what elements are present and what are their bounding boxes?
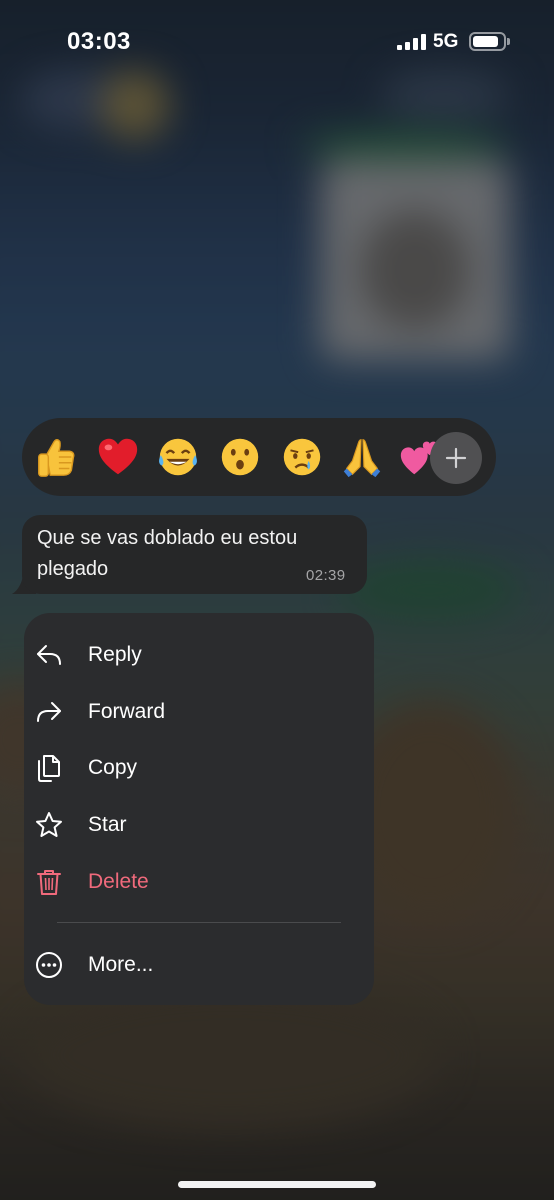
menu-item-label: Delete — [88, 870, 149, 893]
menu-item-star[interactable]: Star — [24, 797, 354, 853]
plus-icon — [445, 447, 467, 469]
menu-item-forward[interactable]: Forward — [24, 684, 354, 740]
status-bar: 03:03 5G — [0, 0, 554, 84]
more-icon — [34, 950, 64, 980]
star-icon — [34, 810, 64, 840]
reply-icon — [34, 640, 64, 670]
menu-item-reply[interactable]: Reply — [24, 627, 354, 683]
menu-item-label: Star — [88, 813, 127, 836]
message-timestamp: 02:39 — [306, 567, 346, 584]
crying-face-icon[interactable] — [276, 432, 328, 482]
surprised-face-icon[interactable] — [214, 432, 266, 482]
menu-item-more[interactable]: More... — [24, 937, 354, 993]
menu-item-label: Forward — [88, 700, 166, 723]
folded-hands-icon[interactable] — [336, 432, 388, 482]
forward-icon — [34, 697, 64, 727]
copy-icon — [34, 753, 64, 783]
network-type: 5G — [433, 31, 459, 52]
reaction-bar — [22, 418, 496, 496]
signal-strength-icon — [397, 34, 426, 50]
thumbs-up-icon[interactable] — [30, 432, 82, 482]
status-time: 03:03 — [67, 28, 131, 55]
menu-item-label: Copy — [88, 756, 138, 779]
red-heart-icon[interactable] — [92, 432, 144, 482]
tears-of-joy-icon[interactable] — [152, 432, 204, 482]
menu-item-delete[interactable]: Delete — [24, 854, 354, 910]
menu-item-label: More... — [88, 953, 154, 976]
blurred-chat-background — [0, 0, 554, 1200]
battery-icon — [469, 32, 506, 51]
home-indicator[interactable] — [178, 1181, 376, 1188]
menu-divider — [57, 922, 341, 923]
trash-icon — [34, 867, 64, 897]
battery-cap — [507, 38, 510, 45]
add-reaction-button[interactable] — [430, 432, 482, 484]
menu-item-label: Reply — [88, 643, 142, 666]
menu-item-copy[interactable]: Copy — [24, 740, 354, 796]
